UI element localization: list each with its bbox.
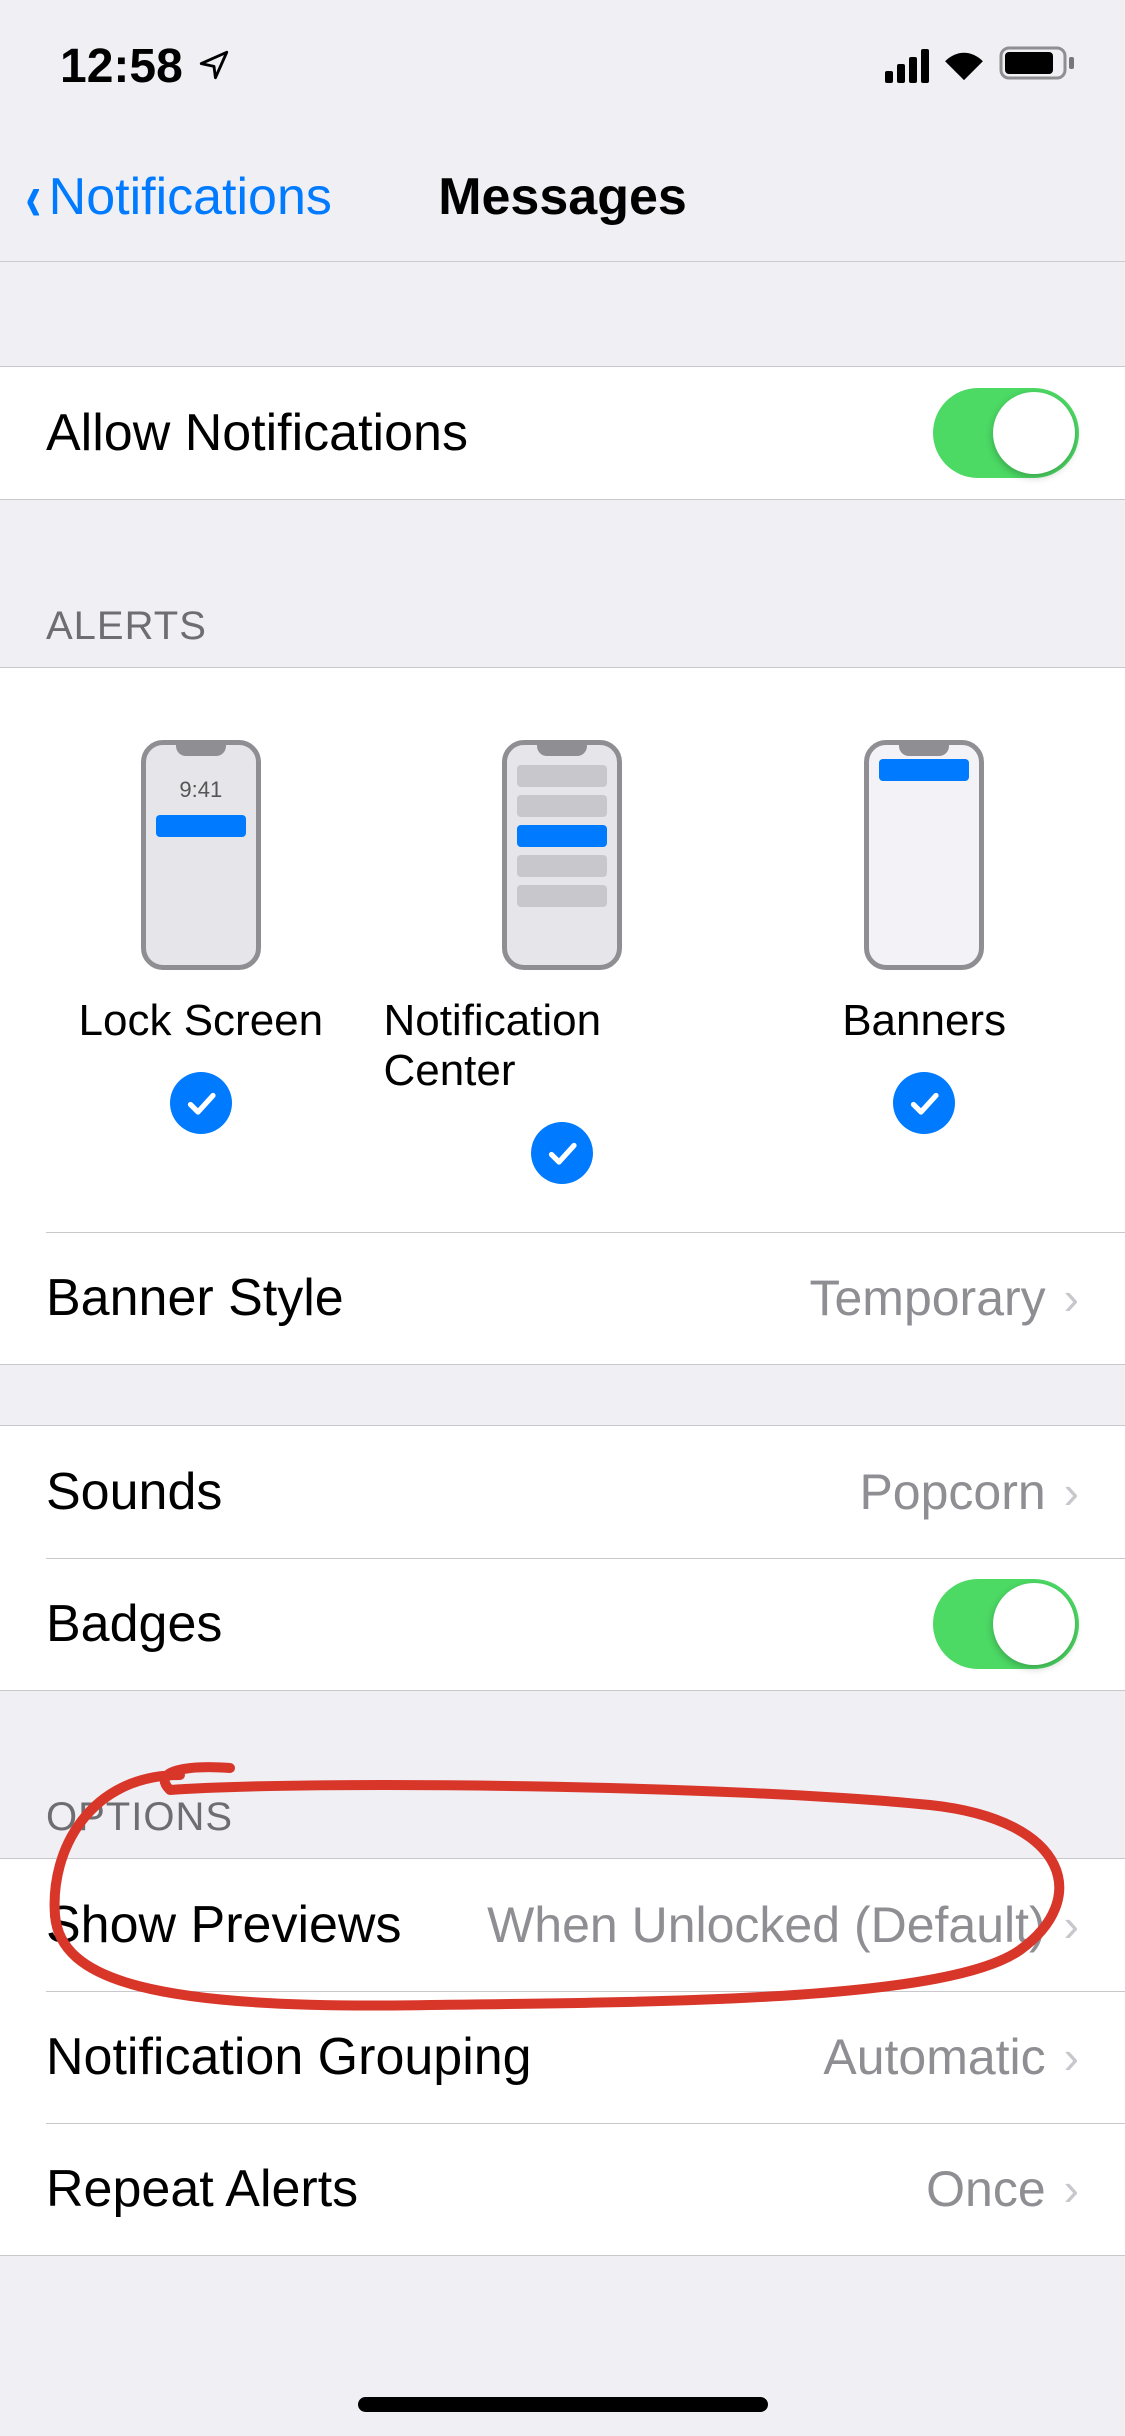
repeat-alerts-row[interactable]: Repeat Alerts Once › bbox=[0, 2123, 1125, 2255]
banners-label: Banners bbox=[842, 996, 1006, 1046]
nav-bar: ‹ Notifications Messages bbox=[0, 132, 1125, 262]
battery-icon bbox=[999, 39, 1077, 94]
banners-preview-icon bbox=[864, 740, 984, 970]
wifi-icon bbox=[941, 39, 987, 94]
sounds-value: Popcorn bbox=[859, 1463, 1045, 1521]
banner-style-label: Banner Style bbox=[46, 1268, 344, 1328]
repeat-alerts-label: Repeat Alerts bbox=[46, 2159, 358, 2219]
notification-grouping-value: Automatic bbox=[823, 2028, 1045, 2086]
back-button[interactable]: ‹ Notifications bbox=[22, 163, 332, 231]
alert-option-banners[interactable]: Banners bbox=[745, 740, 1103, 1184]
notification-center-label: Notification Center bbox=[383, 996, 741, 1096]
chevron-right-icon: › bbox=[1064, 2030, 1079, 2084]
badges-row[interactable]: Badges bbox=[0, 1558, 1125, 1690]
chevron-right-icon: › bbox=[1064, 1271, 1079, 1325]
back-label: Notifications bbox=[49, 167, 332, 227]
alert-option-lock-screen[interactable]: 9:41 Lock Screen bbox=[22, 740, 380, 1184]
show-previews-row[interactable]: Show Previews When Unlocked (Default) › bbox=[0, 1859, 1125, 1991]
notification-center-check[interactable] bbox=[531, 1122, 593, 1184]
chevron-right-icon: › bbox=[1064, 1898, 1079, 1952]
chevron-left-icon: ‹ bbox=[25, 163, 41, 231]
sounds-label: Sounds bbox=[46, 1462, 222, 1522]
badges-toggle[interactable] bbox=[933, 1579, 1079, 1669]
banner-style-row[interactable]: Banner Style Temporary › bbox=[0, 1232, 1125, 1364]
show-previews-label: Show Previews bbox=[46, 1895, 401, 1955]
chevron-right-icon: › bbox=[1064, 1465, 1079, 1519]
lock-screen-label: Lock Screen bbox=[79, 996, 324, 1046]
notification-grouping-row[interactable]: Notification Grouping Automatic › bbox=[0, 1991, 1125, 2123]
status-time: 12:58 bbox=[60, 39, 183, 94]
allow-notifications-toggle[interactable] bbox=[933, 388, 1079, 478]
show-previews-value: When Unlocked (Default) bbox=[487, 1896, 1046, 1954]
lock-screen-check[interactable] bbox=[170, 1072, 232, 1134]
chevron-right-icon: › bbox=[1064, 2162, 1079, 2216]
lock-screen-preview-icon: 9:41 bbox=[141, 740, 261, 970]
badges-label: Badges bbox=[46, 1594, 222, 1654]
notification-grouping-label: Notification Grouping bbox=[46, 2027, 532, 2087]
cellular-icon bbox=[885, 49, 929, 83]
repeat-alerts-value: Once bbox=[926, 2160, 1046, 2218]
allow-notifications-label: Allow Notifications bbox=[46, 403, 468, 463]
status-bar: 12:58 bbox=[0, 0, 1125, 132]
alert-option-notification-center[interactable]: Notification Center bbox=[383, 740, 741, 1184]
alerts-header: ALERTS bbox=[0, 604, 1125, 667]
sounds-row[interactable]: Sounds Popcorn › bbox=[0, 1426, 1125, 1558]
mock-time: 9:41 bbox=[146, 777, 256, 803]
options-header: OPTIONS bbox=[0, 1795, 1125, 1858]
banners-check[interactable] bbox=[893, 1072, 955, 1134]
location-icon bbox=[197, 39, 231, 94]
notification-center-preview-icon bbox=[502, 740, 622, 970]
home-indicator[interactable] bbox=[358, 2397, 768, 2412]
banner-style-value: Temporary bbox=[809, 1269, 1045, 1327]
allow-notifications-row[interactable]: Allow Notifications bbox=[0, 367, 1125, 499]
page-title: Messages bbox=[438, 167, 687, 227]
